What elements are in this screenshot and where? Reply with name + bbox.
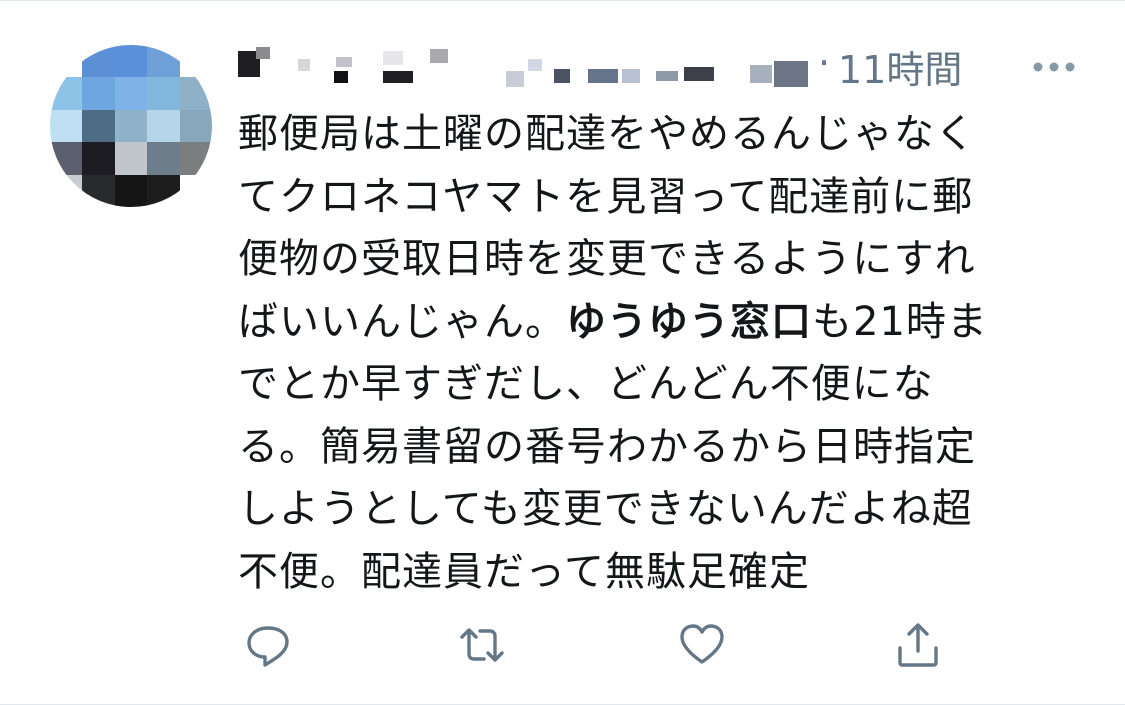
header-separator: · [818,41,831,85]
retweet-button[interactable] [454,617,510,673]
tweet-text-line: ばいいんじゃん。ゆうゆう窓口も21時ま [238,291,1058,354]
avatar[interactable] [50,45,212,207]
like-button[interactable] [674,617,730,673]
tweet-text-line: しようとしても変更できないんだよね超 [238,478,1058,541]
reply-button[interactable] [240,617,296,673]
retweet-icon [460,628,504,662]
tweet-header: · 11時間 [238,39,1098,99]
tweet-text-segment: ばいいんじゃん。 [238,298,566,345]
tweet-text-segment: しようとしても変更できないんだよね超 [238,486,973,532]
tweet-text-segment: る。簡易書留の番号わかるから日時指定 [238,423,976,470]
tweet-text: 郵便局は土曜の配達をやめるんじゃなく てクロネコヤマトを見習って配達前に郵 便物の受… [238,103,1058,603]
blurred-display-name[interactable] [238,47,813,87]
tweet-text-segment: 便物の受取日時を変更できるようにすれ [238,236,976,282]
tweet-text-bold: ゆうゆう窓口 [566,298,812,345]
reply-icon [247,626,289,667]
tweet-text-segment: でとか早すぎだし、どんどん不便にな [238,361,934,407]
tweet-text-line: 不便。配達員だって無駄足確定 [238,541,1058,604]
heart-icon [680,624,724,664]
tweet-text-line: 便物の受取日時を変更できるようにすれ [238,228,1058,291]
tweet-text-line: 郵便局は土曜の配達をやめるんじゃなく [238,103,1058,166]
tweet-card[interactable]: · 11時間 郵便局は土曜の配達をやめるんじゃなく てクロネコヤマトを見習って配達… [0,0,1125,705]
tweet-text-segment: 不便。配達員だって無駄足確定 [238,548,810,595]
timestamp[interactable]: 11時間 [838,39,962,94]
tweet-text-segment: 郵便局は土曜の配達をやめるんじゃなく [238,111,976,157]
share-button[interactable] [890,617,946,673]
more-horizontal-icon[interactable] [1028,41,1088,89]
share-icon [898,623,938,667]
tweet-text-line: る。簡易書留の番号わかるから日時指定 [238,416,1058,479]
tweet-text-segment: も21時ま [812,298,988,345]
action-bar [238,617,958,673]
tweet-text-line: てクロネコヤマトを見習って配達前に郵 [238,166,1058,229]
tweet-text-line: でとか早すぎだし、どんどん不便にな [238,353,1058,416]
tweet-text-segment: てクロネコヤマトを見習って配達前に郵 [238,173,974,220]
